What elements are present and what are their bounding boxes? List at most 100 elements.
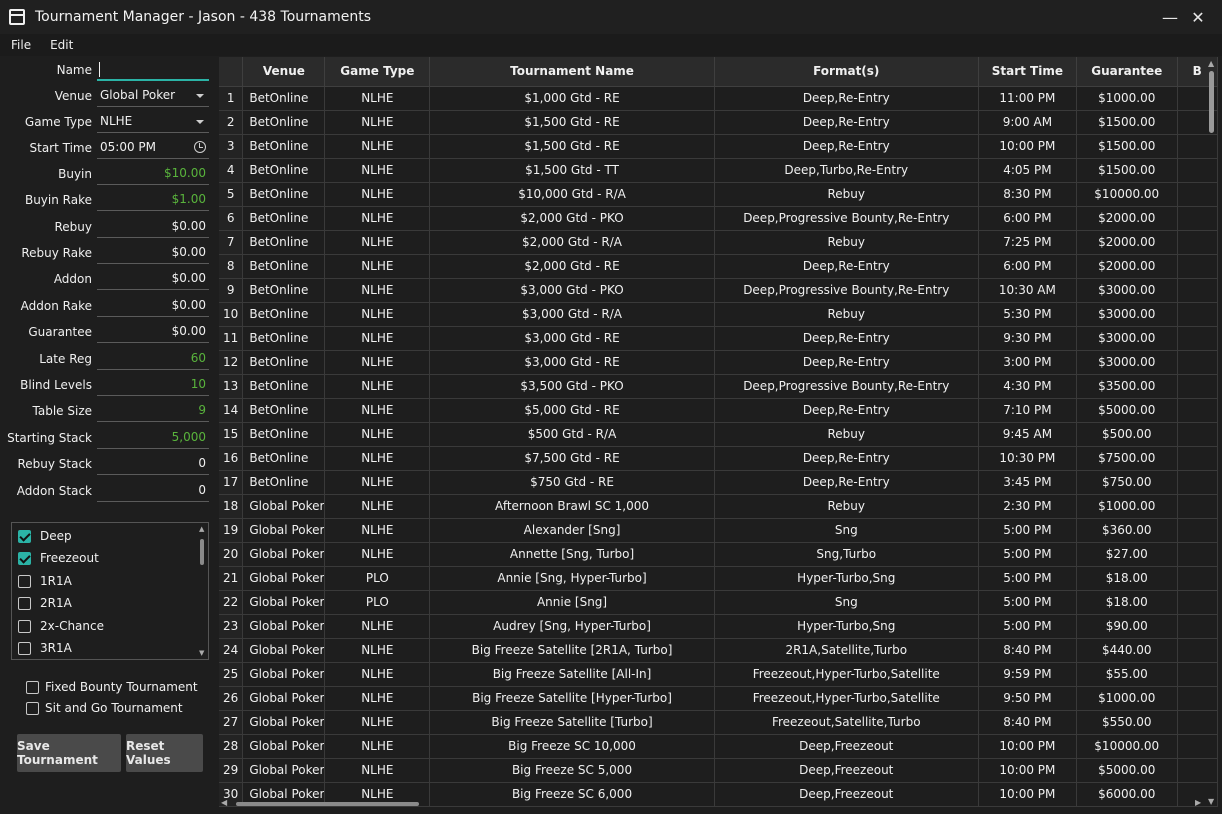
- cell-tournament-name[interactable]: Alexander [Sng]: [429, 518, 715, 543]
- table-row[interactable]: 20 Global Poker NLHE Annette [Sng, Turbo] Sn…: [219, 542, 1218, 567]
- cell-start-time[interactable]: 4:05 PM: [978, 158, 1078, 183]
- cell-guarantee[interactable]: $360.00: [1076, 518, 1178, 543]
- scroll-down-icon[interactable]: ▼: [1208, 797, 1214, 806]
- cell-start-time[interactable]: 7:25 PM: [978, 230, 1078, 255]
- cell-guarantee[interactable]: $10000.00: [1076, 182, 1178, 207]
- cell-start-time[interactable]: 9:00 AM: [978, 110, 1078, 135]
- cell-tournament-name[interactable]: $10,000 Gtd - R/A: [429, 182, 715, 207]
- format-item-1r1a[interactable]: 1R1A: [18, 571, 72, 591]
- cell-tournament-name[interactable]: Annie [Sng, Hyper-Turbo]: [429, 566, 715, 591]
- cell-start-time[interactable]: 9:50 PM: [978, 686, 1078, 711]
- cell-game-type[interactable]: NLHE: [324, 398, 431, 423]
- cell-tournament-name[interactable]: $500 Gtd - R/A: [429, 422, 715, 447]
- cell-venue[interactable]: Global Poker: [242, 710, 326, 735]
- cell-venue[interactable]: Global Poker: [242, 734, 326, 759]
- cell-start-time[interactable]: 10:00 PM: [978, 134, 1078, 159]
- cell-guarantee[interactable]: $5000.00: [1076, 758, 1178, 783]
- cell-start-time[interactable]: 5:00 PM: [978, 590, 1078, 615]
- clock-icon[interactable]: [194, 141, 206, 153]
- cell-venue[interactable]: Global Poker: [242, 662, 326, 687]
- table-row[interactable]: 8 BetOnline NLHE $2,000 Gtd - RE Deep,Re-Ent…: [219, 254, 1218, 279]
- cell-venue[interactable]: Global Poker: [242, 686, 326, 711]
- cell-guarantee[interactable]: $55.00: [1076, 662, 1178, 687]
- column-header-guarantee[interactable]: Guarantee: [1076, 57, 1178, 87]
- cell-formats[interactable]: Deep,Turbo,Re-Entry: [714, 158, 979, 183]
- cell-formats[interactable]: Hyper-Turbo,Sng: [714, 566, 979, 591]
- table-row[interactable]: 1 BetOnline NLHE $1,000 Gtd - RE Deep,Re-Ent…: [219, 86, 1218, 111]
- scroll-thumb[interactable]: [1209, 71, 1214, 133]
- cell-venue[interactable]: Global Poker: [242, 590, 326, 615]
- table-row[interactable]: 22 Global Poker PLO Annie [Sng] Sng 5:00 PM $1…: [219, 590, 1218, 615]
- cell-venue[interactable]: BetOnline: [242, 278, 326, 303]
- cell-formats[interactable]: Sng: [714, 518, 979, 543]
- table-row[interactable]: 18 Global Poker NLHE Afternoon Brawl SC 1,0…: [219, 494, 1218, 519]
- cell-venue[interactable]: BetOnline: [242, 86, 326, 111]
- cell-formats[interactable]: Rebuy: [714, 230, 979, 255]
- cell-venue[interactable]: Global Poker: [242, 758, 326, 783]
- cell-tournament-name[interactable]: $5,000 Gtd - RE: [429, 398, 715, 423]
- cell-tournament-name[interactable]: Audrey [Sng, Hyper-Turbo]: [429, 614, 715, 639]
- cell-start-time[interactable]: 8:30 PM: [978, 182, 1078, 207]
- cell-venue[interactable]: BetOnline: [242, 110, 326, 135]
- scroll-left-icon[interactable]: ◀: [221, 798, 227, 807]
- cell-start-time[interactable]: 4:30 PM: [978, 374, 1078, 399]
- cell-guarantee[interactable]: $1500.00: [1076, 158, 1178, 183]
- cell-start-time[interactable]: 5:00 PM: [978, 518, 1078, 543]
- cell-venue[interactable]: BetOnline: [242, 302, 326, 327]
- cell-game-type[interactable]: NLHE: [324, 350, 431, 375]
- menu-file[interactable]: File: [0, 38, 39, 52]
- cell-venue[interactable]: Global Poker: [242, 638, 326, 663]
- close-button[interactable]: ✕: [1178, 0, 1218, 34]
- format-item-deep[interactable]: Deep: [18, 526, 72, 546]
- rebuy-stack-input[interactable]: 0: [97, 453, 209, 475]
- column-header-game-type[interactable]: Game Type: [324, 57, 431, 87]
- cell-tournament-name[interactable]: $3,000 Gtd - PKO: [429, 278, 715, 303]
- checklist-scrollbar[interactable]: ▲ ▼: [198, 525, 206, 657]
- tournament-grid[interactable]: Venue Game Type Tournament Name Format(s…: [219, 57, 1218, 810]
- cell-guarantee[interactable]: $1000.00: [1076, 86, 1178, 111]
- cell-venue[interactable]: BetOnline: [242, 350, 326, 375]
- cell-venue[interactable]: BetOnline: [242, 446, 326, 471]
- cell-venue[interactable]: Global Poker: [242, 518, 326, 543]
- cell-game-type[interactable]: NLHE: [324, 326, 431, 351]
- table-row[interactable]: 12 BetOnline NLHE $3,000 Gtd - RE Deep,Re-En…: [219, 350, 1218, 375]
- late-reg-input[interactable]: 60: [97, 348, 209, 370]
- cell-formats[interactable]: Sng: [714, 590, 979, 615]
- cell-guarantee[interactable]: $90.00: [1076, 614, 1178, 639]
- cell-guarantee[interactable]: $27.00: [1076, 542, 1178, 567]
- cell-game-type[interactable]: NLHE: [324, 614, 431, 639]
- column-header-venue[interactable]: Venue: [242, 57, 326, 87]
- cell-tournament-name[interactable]: Big Freeze Satellite [Turbo]: [429, 710, 715, 735]
- cell-start-time[interactable]: 5:00 PM: [978, 614, 1078, 639]
- reset-values-button[interactable]: Reset Values: [126, 734, 203, 772]
- addon-input[interactable]: $0.00: [97, 268, 209, 290]
- cell-venue[interactable]: BetOnline: [242, 134, 326, 159]
- cell-guarantee[interactable]: $2000.00: [1076, 254, 1178, 279]
- table-row[interactable]: 17 BetOnline NLHE $750 Gtd - RE Deep,Re-Entr…: [219, 470, 1218, 495]
- cell-start-time[interactable]: 7:10 PM: [978, 398, 1078, 423]
- checkbox-icon[interactable]: [18, 574, 31, 588]
- cell-game-type[interactable]: NLHE: [324, 470, 431, 495]
- cell-guarantee[interactable]: $3000.00: [1076, 326, 1178, 351]
- venue-dropdown[interactable]: Global Poker: [97, 85, 209, 107]
- cell-formats[interactable]: Deep,Re-Entry: [714, 446, 979, 471]
- table-row[interactable]: 16 BetOnline NLHE $7,500 Gtd - RE Deep,Re-En…: [219, 446, 1218, 471]
- scroll-down-icon[interactable]: ▼: [199, 649, 204, 657]
- table-row[interactable]: 21 Global Poker PLO Annie [Sng, Hyper-Turbo…: [219, 566, 1218, 591]
- guarantee-input[interactable]: $0.00: [97, 321, 209, 343]
- cell-guarantee[interactable]: $3500.00: [1076, 374, 1178, 399]
- cell-game-type[interactable]: NLHE: [324, 230, 431, 255]
- checkbox-icon[interactable]: [18, 641, 31, 655]
- cell-tournament-name[interactable]: Big Freeze Satellite [Hyper-Turbo]: [429, 686, 715, 711]
- cell-game-type[interactable]: NLHE: [324, 446, 431, 471]
- cell-tournament-name[interactable]: Annie [Sng]: [429, 590, 715, 615]
- cell-formats[interactable]: 2R1A,Satellite,Turbo: [714, 638, 979, 663]
- rebuy-input[interactable]: $0.00: [97, 216, 209, 238]
- table-size-input[interactable]: 9: [97, 400, 209, 422]
- cell-formats[interactable]: Rebuy: [714, 302, 979, 327]
- cell-tournament-name[interactable]: $1,500 Gtd - RE: [429, 134, 715, 159]
- cell-tournament-name[interactable]: Big Freeze Satellite [All-In]: [429, 662, 715, 687]
- cell-start-time[interactable]: 3:45 PM: [978, 470, 1078, 495]
- scroll-thumb[interactable]: [200, 539, 204, 565]
- cell-tournament-name[interactable]: Annette [Sng, Turbo]: [429, 542, 715, 567]
